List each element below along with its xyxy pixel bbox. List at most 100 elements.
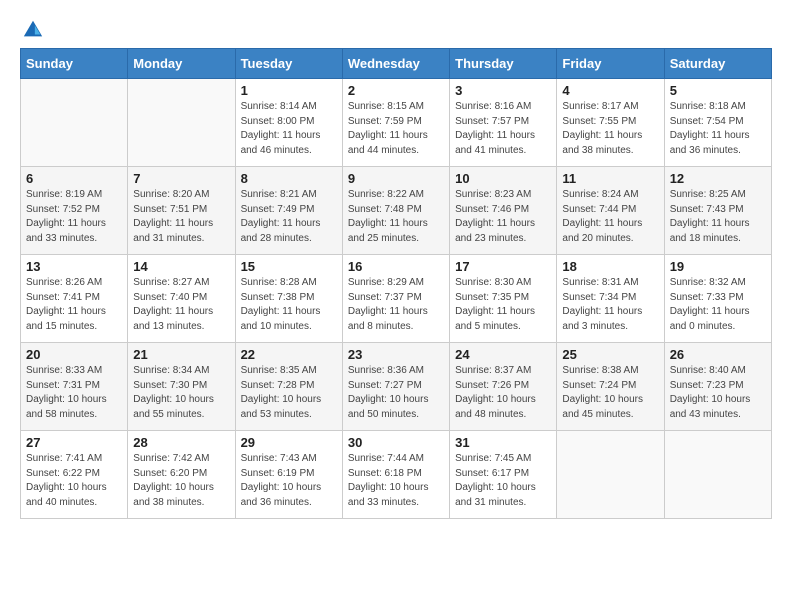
calendar-cell: 12 Sunrise: 8:25 AM Sunset: 7:43 PM Dayli…: [664, 167, 771, 255]
col-header-saturday: Saturday: [664, 49, 771, 79]
day-info: Sunrise: 7:42 AM Sunset: 6:20 PM Dayligh…: [133, 452, 229, 510]
day-number: 21: [133, 347, 229, 362]
day-info: Sunrise: 8:33 AM Sunset: 7:31 PM Dayligh…: [26, 364, 122, 422]
col-header-friday: Friday: [557, 49, 664, 79]
day-number: 23: [348, 347, 444, 362]
day-number: 6: [26, 171, 122, 186]
day-info: Sunrise: 8:32 AM Sunset: 7:33 PM Dayligh…: [670, 276, 766, 334]
day-number: 13: [26, 259, 122, 274]
calendar-cell: 6 Sunrise: 8:19 AM Sunset: 7:52 PM Daylig…: [21, 167, 128, 255]
day-info: Sunrise: 8:31 AM Sunset: 7:34 PM Dayligh…: [562, 276, 658, 334]
day-number: 27: [26, 435, 122, 450]
day-number: 22: [241, 347, 337, 362]
day-number: 2: [348, 83, 444, 98]
day-info: Sunrise: 8:18 AM Sunset: 7:54 PM Dayligh…: [670, 100, 766, 158]
day-number: 24: [455, 347, 551, 362]
calendar-cell: [128, 79, 235, 167]
calendar-cell: 7 Sunrise: 8:20 AM Sunset: 7:51 PM Daylig…: [128, 167, 235, 255]
day-number: 31: [455, 435, 551, 450]
day-number: 1: [241, 83, 337, 98]
day-number: 17: [455, 259, 551, 274]
calendar-cell: [557, 431, 664, 519]
calendar-cell: 28 Sunrise: 7:42 AM Sunset: 6:20 PM Dayli…: [128, 431, 235, 519]
day-info: Sunrise: 8:34 AM Sunset: 7:30 PM Dayligh…: [133, 364, 229, 422]
calendar-cell: 19Sunrise: 8:32 AM Sunset: 7:33 PM Dayli…: [664, 255, 771, 343]
day-number: 12: [670, 171, 766, 186]
day-info: Sunrise: 8:28 AM Sunset: 7:38 PM Dayligh…: [241, 276, 337, 334]
day-number: 14: [133, 259, 229, 274]
calendar-cell: 9 Sunrise: 8:22 AM Sunset: 7:48 PM Daylig…: [342, 167, 449, 255]
day-number: 10: [455, 171, 551, 186]
day-number: 30: [348, 435, 444, 450]
day-info: Sunrise: 8:38 AM Sunset: 7:24 PM Dayligh…: [562, 364, 658, 422]
day-number: 29: [241, 435, 337, 450]
day-number: 25: [562, 347, 658, 362]
calendar-cell: 16 Sunrise: 8:29 AM Sunset: 7:37 PM Dayli…: [342, 255, 449, 343]
header: [20, 18, 772, 40]
calendar-cell: 26 Sunrise: 8:40 AM Sunset: 7:23 PM Dayli…: [664, 343, 771, 431]
day-info: Sunrise: 8:24 AM Sunset: 7:44 PM Dayligh…: [562, 188, 658, 246]
day-number: 15: [241, 259, 337, 274]
calendar-cell: 24 Sunrise: 8:37 AM Sunset: 7:26 PM Dayli…: [450, 343, 557, 431]
calendar-cell: [21, 79, 128, 167]
day-info: Sunrise: 8:15 AM Sunset: 7:59 PM Dayligh…: [348, 100, 444, 158]
calendar-cell: 8 Sunrise: 8:21 AM Sunset: 7:49 PM Daylig…: [235, 167, 342, 255]
calendar-cell: 22 Sunrise: 8:35 AM Sunset: 7:28 PM Dayli…: [235, 343, 342, 431]
day-info: Sunrise: 8:20 AM Sunset: 7:51 PM Dayligh…: [133, 188, 229, 246]
calendar-cell: 3 Sunrise: 8:16 AM Sunset: 7:57 PM Daylig…: [450, 79, 557, 167]
day-info: Sunrise: 8:26 AM Sunset: 7:41 PM Dayligh…: [26, 276, 122, 334]
day-info: Sunrise: 7:43 AM Sunset: 6:19 PM Dayligh…: [241, 452, 337, 510]
calendar-cell: 23 Sunrise: 8:36 AM Sunset: 7:27 PM Dayli…: [342, 343, 449, 431]
calendar-cell: 31 Sunrise: 7:45 AM Sunset: 6:17 PM Dayli…: [450, 431, 557, 519]
day-number: 4: [562, 83, 658, 98]
calendar-cell: 5 Sunrise: 8:18 AM Sunset: 7:54 PM Daylig…: [664, 79, 771, 167]
day-info: Sunrise: 8:16 AM Sunset: 7:57 PM Dayligh…: [455, 100, 551, 158]
day-info: Sunrise: 8:21 AM Sunset: 7:49 PM Dayligh…: [241, 188, 337, 246]
calendar-cell: 10 Sunrise: 8:23 AM Sunset: 7:46 PM Dayli…: [450, 167, 557, 255]
col-header-wednesday: Wednesday: [342, 49, 449, 79]
day-number: 28: [133, 435, 229, 450]
day-number: 8: [241, 171, 337, 186]
day-info: Sunrise: 8:35 AM Sunset: 7:28 PM Dayligh…: [241, 364, 337, 422]
calendar-cell: 14 Sunrise: 8:27 AM Sunset: 7:40 PM Dayli…: [128, 255, 235, 343]
day-info: Sunrise: 8:30 AM Sunset: 7:35 PM Dayligh…: [455, 276, 551, 334]
calendar-cell: 29 Sunrise: 7:43 AM Sunset: 6:19 PM Dayli…: [235, 431, 342, 519]
calendar-cell: 4 Sunrise: 8:17 AM Sunset: 7:55 PM Daylig…: [557, 79, 664, 167]
day-info: Sunrise: 8:37 AM Sunset: 7:26 PM Dayligh…: [455, 364, 551, 422]
day-info: Sunrise: 8:36 AM Sunset: 7:27 PM Dayligh…: [348, 364, 444, 422]
day-number: 3: [455, 83, 551, 98]
day-info: Sunrise: 8:17 AM Sunset: 7:55 PM Dayligh…: [562, 100, 658, 158]
day-number: 20: [26, 347, 122, 362]
day-info: Sunrise: 8:19 AM Sunset: 7:52 PM Dayligh…: [26, 188, 122, 246]
day-info: Sunrise: 7:44 AM Sunset: 6:18 PM Dayligh…: [348, 452, 444, 510]
day-info: Sunrise: 8:27 AM Sunset: 7:40 PM Dayligh…: [133, 276, 229, 334]
col-header-thursday: Thursday: [450, 49, 557, 79]
day-number: 9: [348, 171, 444, 186]
day-number: 11: [562, 171, 658, 186]
calendar-header: SundayMondayTuesdayWednesdayThursdayFrid…: [21, 49, 772, 79]
day-info: Sunrise: 8:22 AM Sunset: 7:48 PM Dayligh…: [348, 188, 444, 246]
calendar-cell: 18Sunrise: 8:31 AM Sunset: 7:34 PM Dayli…: [557, 255, 664, 343]
calendar-table: SundayMondayTuesdayWednesdayThursdayFrid…: [20, 48, 772, 519]
calendar-cell: 13 Sunrise: 8:26 AM Sunset: 7:41 PM Dayli…: [21, 255, 128, 343]
calendar-page: SundayMondayTuesdayWednesdayThursdayFrid…: [0, 0, 792, 539]
logo-icon: [22, 18, 44, 40]
col-header-tuesday: Tuesday: [235, 49, 342, 79]
day-info: Sunrise: 8:40 AM Sunset: 7:23 PM Dayligh…: [670, 364, 766, 422]
day-number: 26: [670, 347, 766, 362]
day-info: Sunrise: 7:45 AM Sunset: 6:17 PM Dayligh…: [455, 452, 551, 510]
day-info: Sunrise: 8:14 AM Sunset: 8:00 PM Dayligh…: [241, 100, 337, 158]
day-info: Sunrise: 8:29 AM Sunset: 7:37 PM Dayligh…: [348, 276, 444, 334]
calendar-cell: 27 Sunrise: 7:41 AM Sunset: 6:22 PM Dayli…: [21, 431, 128, 519]
day-number: 7: [133, 171, 229, 186]
calendar-cell: 2 Sunrise: 8:15 AM Sunset: 7:59 PM Daylig…: [342, 79, 449, 167]
calendar-cell: 30 Sunrise: 7:44 AM Sunset: 6:18 PM Dayli…: [342, 431, 449, 519]
col-header-monday: Monday: [128, 49, 235, 79]
day-number: 5: [670, 83, 766, 98]
calendar-cell: 15 Sunrise: 8:28 AM Sunset: 7:38 PM Dayli…: [235, 255, 342, 343]
day-info: Sunrise: 8:25 AM Sunset: 7:43 PM Dayligh…: [670, 188, 766, 246]
calendar-cell: 17 Sunrise: 8:30 AM Sunset: 7:35 PM Dayli…: [450, 255, 557, 343]
day-info: Sunrise: 8:23 AM Sunset: 7:46 PM Dayligh…: [455, 188, 551, 246]
day-info: Sunrise: 7:41 AM Sunset: 6:22 PM Dayligh…: [26, 452, 122, 510]
day-number: 16: [348, 259, 444, 274]
